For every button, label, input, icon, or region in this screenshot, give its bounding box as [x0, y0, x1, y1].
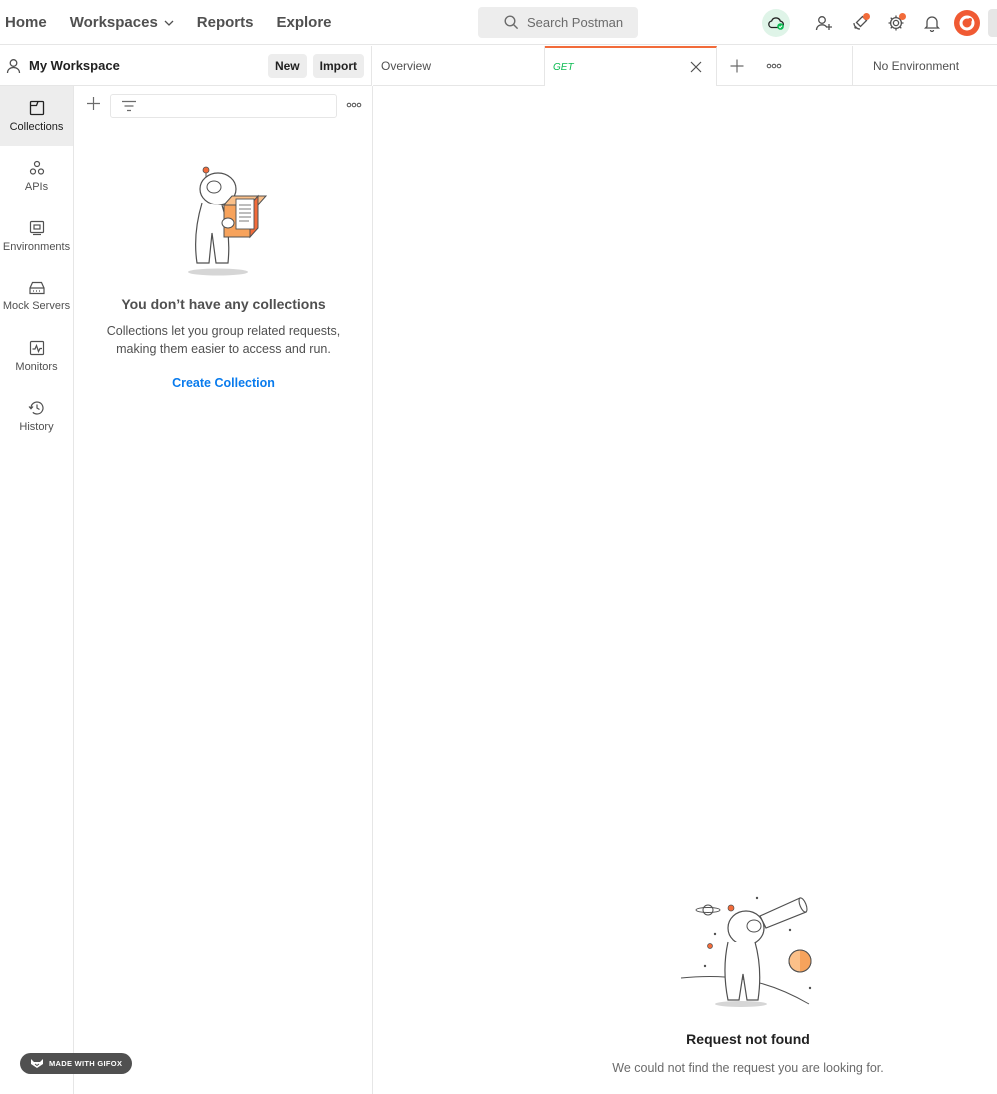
- notifications-bell-icon[interactable]: [914, 5, 950, 41]
- sidebar-item-label: APIs: [24, 180, 49, 193]
- request-tabs: Overview GET No Environment: [373, 46, 997, 87]
- nav-home-label: Home: [5, 14, 47, 31]
- request-not-found-title: Request not found: [686, 1031, 810, 1047]
- empty-collections-title: You don’t have any collections: [121, 296, 326, 312]
- top-bar: Home Workspaces Reports Explore Search P…: [0, 0, 997, 45]
- collections-icon: [29, 100, 44, 115]
- sidebar-item-label: Mock Servers: [2, 299, 71, 312]
- close-icon[interactable]: [690, 61, 702, 73]
- gifox-badge: MADE WITH GIFOX: [20, 1053, 132, 1074]
- chevron-down-icon: [164, 20, 174, 26]
- invite-user-icon[interactable]: [806, 5, 842, 41]
- sidebar-rail: Collections APIs Environments Mock Serve…: [0, 86, 74, 1094]
- search-placeholder: Search Postman: [527, 15, 624, 30]
- nav-reports-label: Reports: [196, 14, 254, 31]
- tab-options-icon[interactable]: [766, 63, 782, 69]
- filter-icon: [122, 100, 136, 112]
- sidebar-item-apis[interactable]: APIs: [0, 146, 73, 206]
- upgrade-button-edge[interactable]: [988, 8, 997, 37]
- nav-explore[interactable]: Explore: [276, 14, 331, 31]
- add-collection-icon[interactable]: [86, 96, 101, 111]
- import-button[interactable]: Import: [312, 54, 364, 78]
- sidebar-item-label: Monitors: [15, 360, 58, 373]
- person-icon: [6, 58, 21, 73]
- request-not-found-illustration: [680, 896, 812, 1007]
- top-nav: Home Workspaces Reports Explore: [5, 0, 355, 45]
- settings-gear-icon[interactable]: [878, 5, 914, 41]
- satellite-icon[interactable]: [842, 5, 878, 41]
- sidebar-item-monitors[interactable]: Monitors: [0, 326, 73, 386]
- filter-input[interactable]: [110, 94, 337, 118]
- empty-collections-illustration: [188, 166, 268, 276]
- collections-toolbar: [74, 94, 373, 118]
- nav-explore-label: Explore: [276, 14, 332, 31]
- request-not-found-description: We could not find the request you are lo…: [612, 1061, 884, 1075]
- new-tab-icon[interactable]: [730, 59, 744, 73]
- tab-get-request[interactable]: GET: [545, 46, 717, 87]
- tab-overview-label: Overview: [381, 59, 432, 73]
- avatar[interactable]: [954, 9, 980, 36]
- monitors-icon: [29, 340, 44, 355]
- sidebar-item-mock-servers[interactable]: Mock Servers: [0, 266, 73, 326]
- more-options-icon[interactable]: [346, 102, 362, 108]
- history-icon: [28, 400, 44, 415]
- environments-icon: [29, 220, 44, 235]
- environment-label: No Environment: [873, 59, 960, 73]
- sidebar-item-environments[interactable]: Environments: [0, 206, 73, 266]
- sidebar-item-collections[interactable]: Collections: [0, 86, 73, 146]
- create-collection-link[interactable]: Create Collection: [74, 376, 373, 390]
- request-method-badge: GET: [553, 62, 574, 73]
- sidebar-item-label: History: [19, 420, 54, 433]
- search-icon: [504, 15, 519, 30]
- gifox-badge-text: MADE WITH GIFOX: [49, 1059, 123, 1068]
- empty-collections-description-line: making them easier to access and run.: [116, 342, 331, 356]
- notification-dot: [899, 12, 906, 20]
- main-content: Request not found We could not find the …: [373, 86, 997, 1094]
- search-input[interactable]: Search Postman: [478, 7, 638, 38]
- notification-dot: [863, 12, 870, 20]
- top-icons: [762, 0, 997, 45]
- environment-selector[interactable]: No Environment: [852, 46, 997, 86]
- workspace-header: My Workspace New Import: [0, 46, 372, 86]
- nav-workspaces-label: Workspaces: [69, 14, 158, 31]
- collections-panel: You don’t have any collections Collectio…: [74, 86, 373, 1094]
- empty-collections-description-line: Collections let you group related reques…: [106, 324, 341, 338]
- workspace-title[interactable]: My Workspace: [29, 58, 120, 73]
- user-avatar-icon: [959, 15, 975, 30]
- sidebar-item-label: Collections: [9, 120, 64, 133]
- nav-workspaces[interactable]: Workspaces: [70, 14, 174, 31]
- nav-home[interactable]: Home: [5, 14, 47, 31]
- gifox-logo-icon: [31, 1059, 43, 1068]
- sidebar-item-history[interactable]: History: [0, 386, 73, 446]
- new-button[interactable]: New: [267, 54, 307, 78]
- mock-servers-icon: [28, 281, 45, 294]
- sync-status-icon[interactable]: [762, 8, 790, 37]
- nav-reports[interactable]: Reports: [197, 14, 254, 31]
- tab-overview[interactable]: Overview: [373, 46, 545, 86]
- apis-icon: [29, 160, 44, 175]
- sidebar-item-label: Environments: [2, 240, 71, 253]
- empty-collections-description: Collections let you group related reques…: [94, 322, 353, 358]
